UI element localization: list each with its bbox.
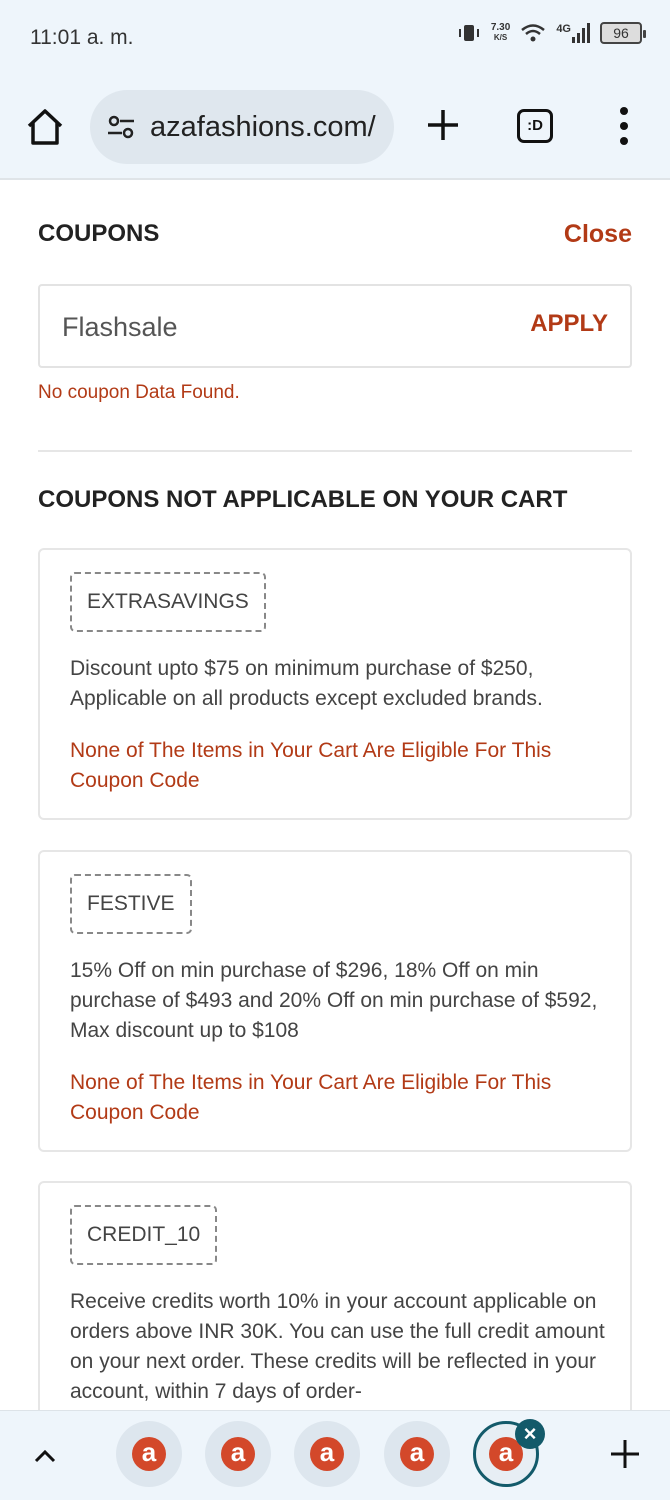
close-tab-icon[interactable]: × — [515, 1419, 545, 1449]
new-tab-icon[interactable] — [424, 106, 462, 144]
aza-logo-icon: a — [400, 1437, 434, 1471]
status-icons: 7.30 K/S 4G 96 — [457, 22, 646, 44]
coupon-code-input[interactable] — [62, 306, 482, 348]
wifi-icon — [521, 24, 546, 42]
aza-logo-icon: a — [310, 1437, 344, 1471]
coupon-description: Receive credits worth 10% in your accoun… — [70, 1290, 605, 1403]
add-tab-icon[interactable] — [608, 1437, 642, 1471]
coupon-ineligible-note: None of The Items in Your Cart Are Eligi… — [70, 1071, 552, 1124]
vibrate-icon — [458, 25, 479, 41]
coupon-card: EXTRASAVINGS Discount upto $75 on minimu… — [38, 548, 632, 820]
coupon-card: CREDIT_10 Receive credits worth 10% in y… — [38, 1181, 632, 1441]
url-text: azafashions.com/ — [150, 110, 376, 143]
browser-toolbar: azafashions.com/ :D — [0, 76, 670, 180]
section-title: COUPONS NOT APPLICABLE ON YOUR CART — [38, 486, 568, 513]
more-menu-icon[interactable] — [612, 104, 636, 148]
coupon-code[interactable]: EXTRASAVINGS — [70, 572, 266, 632]
chevron-up-icon[interactable] — [32, 1445, 58, 1465]
close-button[interactable]: Close — [564, 220, 632, 249]
coupon-code[interactable]: CREDIT_10 — [70, 1205, 218, 1265]
coupons-header: COUPONS Close — [38, 220, 632, 250]
signal-icon: 4G — [556, 23, 590, 43]
coupon-input-box: APPLY — [38, 284, 632, 368]
status-time: 11:01 a. m. — [30, 26, 134, 49]
coupon-description: 15% Off on min purchase of $296, 18% Off… — [70, 959, 598, 1042]
bottom-tab-bar: a a a a a × — [0, 1410, 670, 1500]
coupon-description: Discount upto $75 on minimum purchase of… — [70, 657, 543, 710]
battery-icon: 96 — [600, 22, 646, 44]
coupon-error-message: No coupon Data Found. — [38, 382, 240, 403]
coupon-code[interactable]: FESTIVE — [70, 874, 192, 934]
tab-thumbnail[interactable]: a — [294, 1421, 360, 1487]
url-bar[interactable]: azafashions.com/ — [90, 90, 394, 164]
aza-logo-icon: a — [132, 1437, 166, 1471]
page-title: COUPONS — [38, 220, 160, 247]
site-settings-icon[interactable] — [106, 112, 136, 142]
tab-thumbnail[interactable]: a — [205, 1421, 271, 1487]
tab-thumbnail[interactable]: a — [116, 1421, 182, 1487]
coupon-ineligible-note: None of The Items in Your Cart Are Eligi… — [70, 739, 552, 792]
home-icon[interactable] — [24, 106, 66, 148]
tab-switcher-button[interactable]: :D — [517, 109, 553, 143]
apply-button[interactable]: APPLY — [530, 310, 608, 338]
coupon-card: FESTIVE 15% Off on min purchase of $296,… — [38, 850, 632, 1152]
aza-logo-icon: a — [221, 1437, 255, 1471]
status-bar: 11:01 a. m. 7.30 K/S 4G 96 — [0, 0, 670, 76]
tab-thumbnail[interactable]: a — [384, 1421, 450, 1487]
network-speed: 7.30 K/S — [490, 22, 511, 43]
divider — [38, 450, 632, 452]
